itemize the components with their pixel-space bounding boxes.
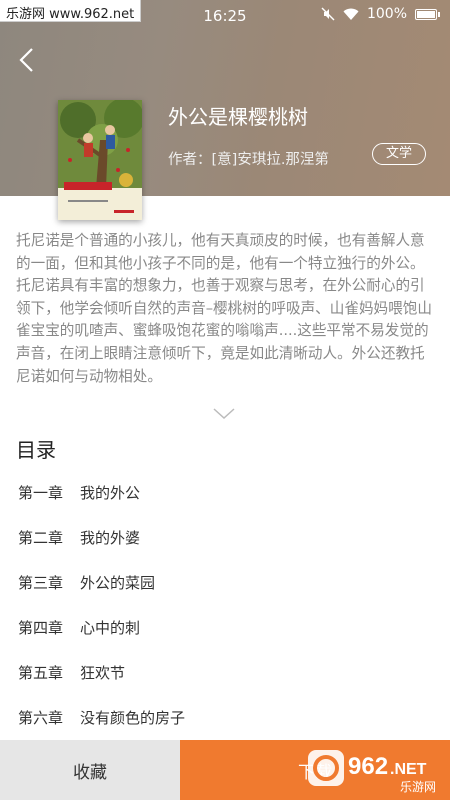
toc-list: 第一章 我的外公 第二章 我的外婆 第三章 外公的菜园 第四章 心中的刺 第五章… <box>0 470 450 740</box>
cover-illustration <box>58 100 142 220</box>
chapter-item[interactable]: 第三章 外公的菜园 <box>0 560 450 605</box>
watermark-suffix: .NET <box>390 761 427 778</box>
watermark-top: 乐游网 www.962.net <box>0 0 142 22</box>
chapter-item[interactable]: 第五章 狂欢节 <box>0 650 450 695</box>
book-author: 作者：[意]安琪拉.那涅第 <box>168 152 329 168</box>
watermark-brand: 962 <box>348 753 388 780</box>
watermark-sub: 乐游网 <box>400 780 436 794</box>
chapter-number: 第四章 <box>18 619 64 637</box>
description-paragraph: 托尼诺具有丰富的想象力，也善于观察与思考，在外公耐心的引领下，他学会倾听自然的声… <box>16 277 432 385</box>
toc-title: 目录 <box>16 438 56 462</box>
site-watermark-logo: 962 .NET 乐游网 <box>308 750 436 794</box>
chapter-name: 没有颜色的房子 <box>80 709 186 727</box>
chapter-item[interactable]: 第四章 心中的刺 <box>0 605 450 650</box>
book-cover[interactable] <box>58 100 142 220</box>
chapter-number: 第一章 <box>18 484 64 502</box>
chevron-down-icon[interactable] <box>212 407 236 421</box>
battery-icon <box>415 8 437 20</box>
battery-percent: 100% <box>366 6 407 22</box>
chapter-item[interactable]: 第一章 我的外公 <box>0 470 450 515</box>
chapter-name: 我的外婆 <box>80 529 141 547</box>
chapter-name: 狂欢节 <box>80 664 126 682</box>
chapter-name: 外公的菜园 <box>80 574 156 592</box>
genre-tag[interactable]: 文学 <box>372 143 426 165</box>
book-description: 托尼诺是个普通的小孩儿，他有天真顽皮的时候，也有善解人意的一面，但和其他小孩子不… <box>16 230 438 388</box>
book-title: 外公是棵樱桃树 <box>168 105 308 129</box>
chapter-number: 第二章 <box>18 529 64 547</box>
chapter-number: 第三章 <box>18 574 64 592</box>
collect-button[interactable]: 收藏 <box>0 740 180 800</box>
back-arrow-icon[interactable] <box>14 46 42 74</box>
chapter-name: 心中的刺 <box>80 619 141 637</box>
description-paragraph: 托尼诺是个普通的小孩儿，他有天真顽皮的时候，也有善解人意的一面，但和其他小孩子不… <box>16 232 425 272</box>
chapter-number: 第六章 <box>18 709 64 727</box>
status-icons: 100% <box>321 6 440 22</box>
chapter-item[interactable]: 第六章 没有颜色的房子 <box>0 695 450 740</box>
chapter-name: 我的外公 <box>80 484 141 502</box>
chapter-number: 第五章 <box>18 664 64 682</box>
wifi-icon <box>343 8 359 20</box>
mute-icon <box>321 7 335 21</box>
chapter-item[interactable]: 第二章 我的外婆 <box>0 515 450 560</box>
